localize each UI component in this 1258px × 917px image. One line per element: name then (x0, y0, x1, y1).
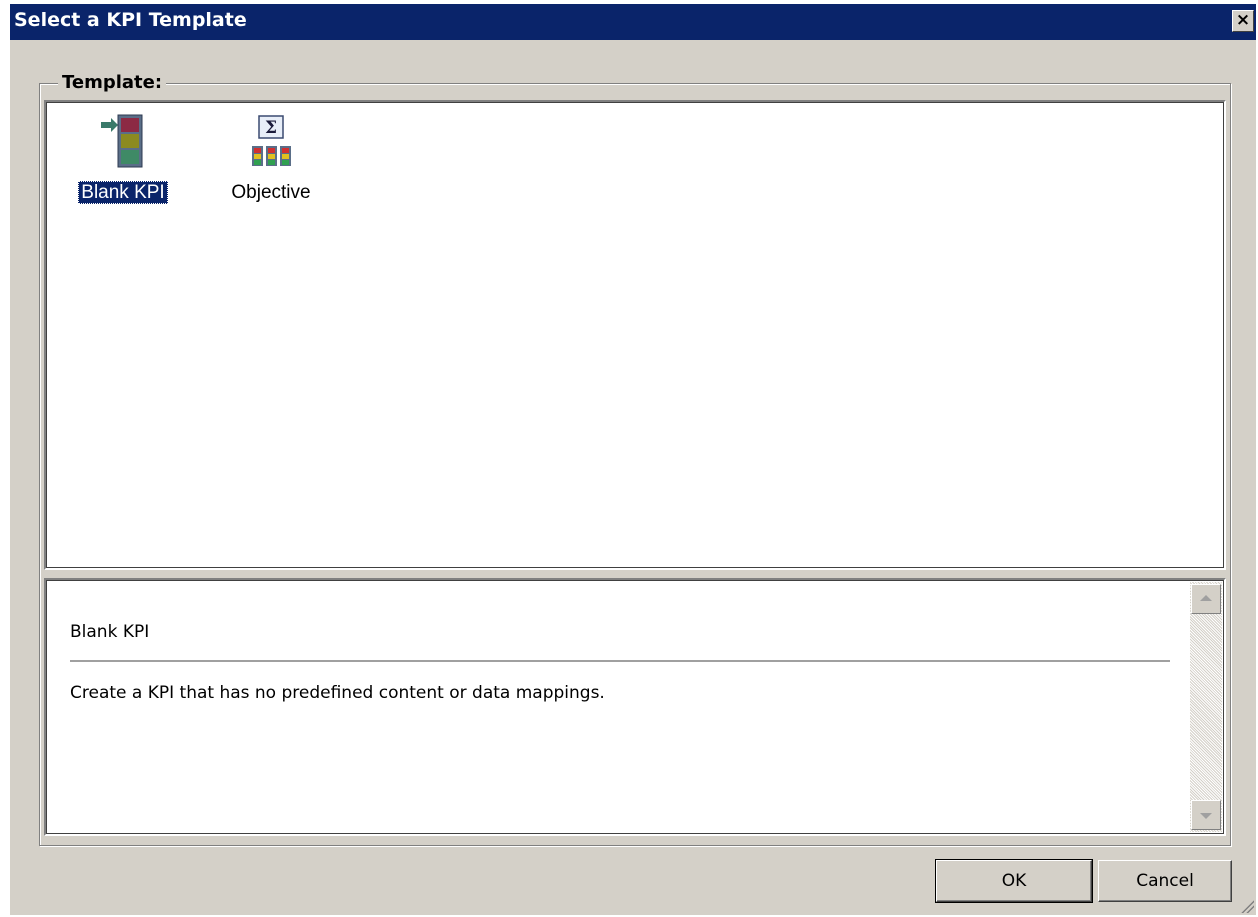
objective-sigma-icon: Σ (216, 112, 326, 172)
template-item-blank-kpi[interactable]: Blank KPI (68, 112, 178, 204)
description-pane[interactable]: Blank KPI Create a KPI that has no prede… (44, 578, 1226, 836)
description-divider (70, 660, 1170, 662)
scroll-down-button[interactable] (1191, 800, 1221, 830)
arrow-up-icon (1200, 595, 1212, 601)
scroll-up-button[interactable] (1191, 584, 1221, 614)
description-body: Create a KPI that has no predefined cont… (70, 683, 605, 703)
template-label: Blank KPI (68, 181, 178, 204)
template-label: Objective (231, 182, 311, 203)
blank-kpi-icon (68, 112, 178, 172)
resize-grip-icon[interactable] (1240, 899, 1254, 913)
svg-text:Σ: Σ (265, 118, 277, 138)
arrow-down-icon (1200, 813, 1212, 819)
template-item-objective[interactable]: Σ Objective (216, 112, 326, 203)
cancel-button[interactable]: Cancel (1098, 860, 1232, 902)
window-title: Select a KPI Template (14, 9, 247, 31)
description-scrollbar[interactable] (1190, 582, 1222, 832)
template-list[interactable]: Blank KPI Σ Objective (44, 100, 1226, 570)
ok-button[interactable]: OK (935, 859, 1093, 903)
kpi-template-dialog: Select a KPI Template × Template: Blank … (10, 4, 1256, 915)
description-title: Blank KPI (70, 622, 150, 642)
template-group-label: Template: (58, 72, 167, 93)
close-button[interactable]: × (1232, 10, 1254, 32)
title-bar[interactable]: Select a KPI Template × (10, 4, 1256, 40)
